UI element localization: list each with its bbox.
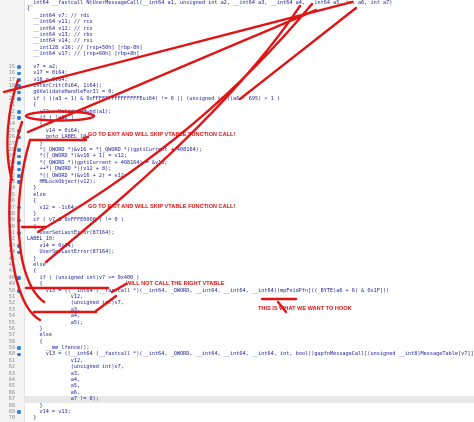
breakpoint-dot-icon[interactable] — [17, 276, 21, 280]
code-text[interactable]: } — [27, 415, 36, 421]
breakpoint-dot-icon[interactable] — [17, 154, 21, 159]
breakpoint-dot-icon[interactable] — [17, 110, 21, 114]
breakpoint-dot-icon[interactable] — [17, 173, 21, 178]
breakpoint-dot-icon[interactable] — [17, 346, 21, 351]
breakpoint-dot-icon[interactable] — [17, 231, 21, 236]
breakpoint-dot-icon[interactable] — [17, 78, 21, 82]
breakpoint-dot-icon[interactable] — [17, 148, 21, 152]
breakpoint-dot-icon[interactable] — [17, 65, 21, 69]
breakpoint-dot-icon[interactable] — [17, 352, 21, 357]
line-gutter[interactable]: 70 — [0, 415, 25, 422]
breakpoint-dot-icon[interactable] — [17, 180, 21, 184]
breakpoint-dot-icon[interactable] — [17, 410, 21, 414]
breakpoint-dot-icon[interactable] — [17, 84, 21, 89]
breakpoint-dot-icon[interactable] — [17, 116, 21, 121]
line-number: 70 — [8, 415, 15, 422]
breakpoint-dot-icon[interactable] — [17, 97, 21, 101]
breakpoint-dot-icon[interactable] — [17, 135, 21, 140]
breakpoint-dot-icon[interactable] — [17, 244, 21, 248]
breakpoint-dot-icon[interactable] — [17, 71, 21, 76]
breakpoint-dot-icon[interactable] — [17, 250, 21, 255]
code-line[interactable]: 70 } — [0, 415, 474, 422]
breakpoint-dot-icon[interactable] — [17, 129, 21, 133]
breakpoint-dot-icon[interactable] — [17, 161, 21, 165]
breakpoint-dot-icon[interactable] — [17, 218, 21, 223]
breakpoint-dot-icon[interactable] — [17, 90, 21, 95]
breakpoint-dot-icon[interactable] — [17, 205, 21, 210]
decompiler-code-view[interactable]: __int64 __fastcall NtUserMessageCall(__i… — [0, 0, 474, 422]
breakpoint-dot-icon[interactable] — [17, 167, 21, 172]
breakpoint-dot-icon[interactable] — [17, 288, 21, 293]
